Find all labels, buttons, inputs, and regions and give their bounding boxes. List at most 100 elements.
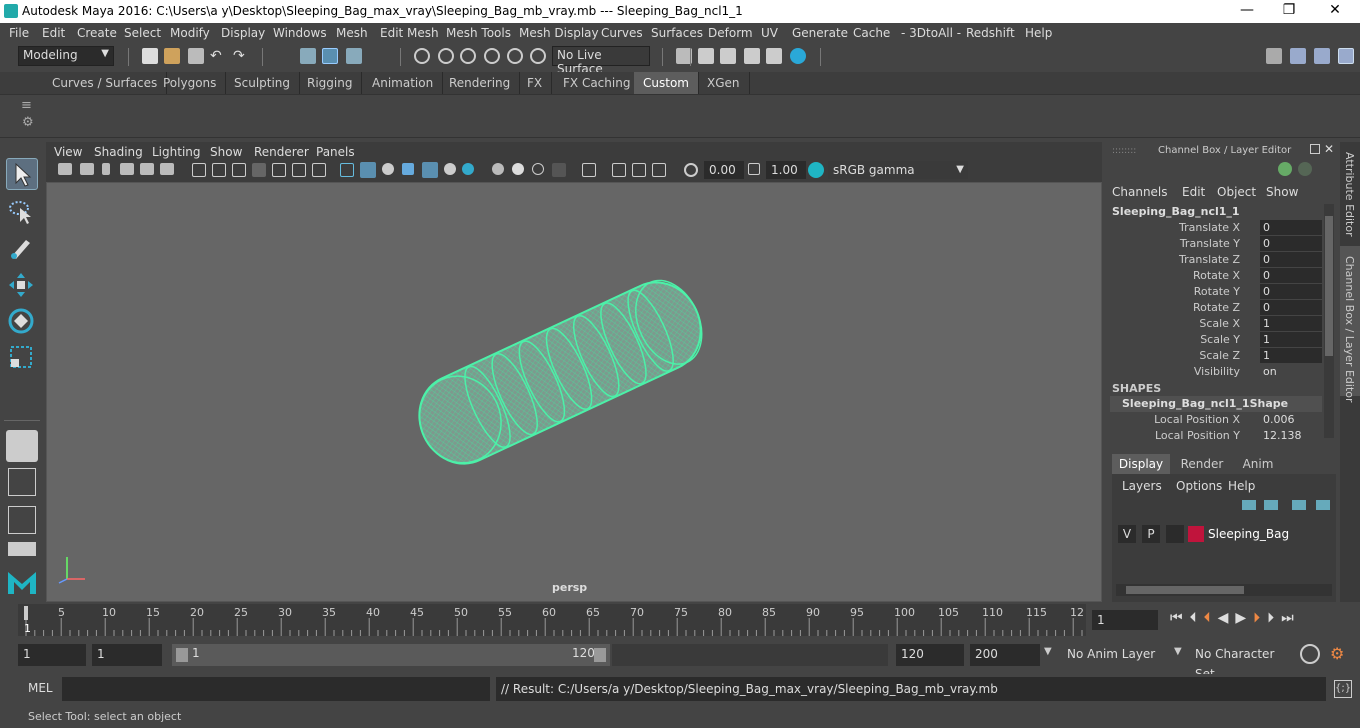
mode-dropdown[interactable]: Modeling ▼ [18, 46, 114, 66]
channel-value[interactable]: 1 [1260, 332, 1322, 347]
play-backward-icon[interactable]: ◀ [1218, 610, 1236, 626]
menu-generate[interactable]: Generate [792, 26, 848, 40]
viewport-menu-show[interactable]: Show [210, 145, 242, 159]
channel-row[interactable]: Rotate Z 0 [1106, 300, 1322, 316]
gamma-field[interactable]: 1.00 [766, 161, 806, 179]
show-menu[interactable]: Show [1266, 185, 1298, 199]
channel-row[interactable]: Translate Y 0 [1106, 236, 1322, 252]
drag-handle-icon[interactable]: :::::::: [1112, 146, 1136, 156]
object-name[interactable]: Sleeping_Bag_ncl1_1 [1112, 205, 1240, 218]
layer-name[interactable]: Sleeping_Bag [1208, 527, 1289, 541]
menu-mesh-tools[interactable]: Mesh Tools [446, 26, 511, 40]
ambient-occlusion-icon[interactable] [462, 163, 474, 175]
channel-value[interactable]: 1 [1260, 348, 1322, 363]
tab-rigging[interactable]: Rigging [298, 72, 363, 94]
exposure-icon[interactable] [684, 163, 698, 177]
menu-modify[interactable]: Modify [170, 26, 210, 40]
color-space-dropdown[interactable]: sRGB gamma ▼ [828, 161, 968, 179]
close-button[interactable]: ✕ [1320, 2, 1350, 18]
menu-select[interactable]: Select [124, 26, 161, 40]
go-to-start-icon[interactable]: ⏮ [1170, 610, 1190, 626]
undo-icon[interactable]: ↶ [210, 48, 226, 64]
character-set-dropdown[interactable]: No Character Set [1190, 644, 1296, 681]
channels-menu[interactable]: Channels [1112, 185, 1168, 199]
menu-uv[interactable]: UV [761, 26, 778, 40]
select-tool-icon[interactable] [6, 158, 38, 190]
open-scene-icon[interactable] [164, 48, 180, 64]
new-scene-icon[interactable] [142, 48, 158, 64]
layer-color-swatch[interactable] [1188, 526, 1204, 542]
default-lighting-icon[interactable] [382, 163, 394, 175]
object-menu[interactable]: Object [1217, 185, 1256, 199]
snap-grid-icon[interactable] [414, 48, 430, 64]
safe-action-icon[interactable] [272, 163, 286, 177]
viewport-menu-lighting[interactable]: Lighting [152, 145, 201, 159]
go-to-end-icon[interactable]: ⏭ [1281, 610, 1301, 626]
options-menu[interactable]: Options [1176, 479, 1222, 493]
depth-of-field-icon[interactable] [532, 163, 544, 175]
step-forward-icon[interactable]: ⏵ [1267, 610, 1281, 626]
layer-visibility-toggle[interactable]: V [1118, 525, 1136, 543]
channel-row[interactable]: Rotate Y 0 [1106, 284, 1322, 300]
move-layer-down-icon[interactable] [1264, 500, 1278, 510]
menu-edit[interactable]: Edit [42, 26, 65, 40]
float-panel-icon[interactable] [1310, 144, 1320, 154]
menu-3dtoall[interactable]: - 3DtoAll - [901, 26, 961, 40]
time-slider[interactable]: 1 5 10 15 20 25 30 35 40 45 50 55 60 65 … [0, 602, 1360, 638]
menu-curves[interactable]: Curves [601, 26, 643, 40]
snap-point-icon[interactable] [460, 48, 476, 64]
step-back-icon[interactable]: ⏴ [1190, 610, 1204, 626]
tab-anim[interactable]: Anim [1232, 454, 1284, 474]
snap-projected-icon[interactable] [484, 48, 500, 64]
shape-channel-row[interactable]: Local Position Y 12.138 [1106, 428, 1322, 444]
text-icon[interactable] [312, 163, 326, 177]
channel-value[interactable]: 0 [1260, 284, 1322, 299]
hypershade-icon[interactable] [790, 48, 806, 64]
menu-cache[interactable]: Cache [853, 26, 890, 40]
viewport-menu-shading[interactable]: Shading [94, 145, 143, 159]
menu-display[interactable]: Display [221, 26, 265, 40]
scrollbar-thumb[interactable] [1325, 216, 1333, 356]
move-tool-icon[interactable] [6, 270, 38, 302]
minimize-button[interactable]: — [1232, 2, 1262, 18]
channel-value[interactable]: 0 [1260, 220, 1322, 235]
shelf-menu-icon[interactable]: ≡ [21, 98, 32, 113]
channel-value[interactable]: 0 [1260, 268, 1322, 283]
toggle-attribute-editor-icon[interactable] [1290, 48, 1306, 64]
camera-icon[interactable] [58, 163, 72, 175]
viewport-menu-view[interactable]: View [54, 145, 82, 159]
shape-row[interactable]: Sleeping_Bag_ncl1_1Shape [1110, 396, 1322, 412]
maximize-button[interactable]: ❐ [1274, 2, 1304, 18]
channel-box-tab[interactable]: Channel Box / Layer Editor [1340, 246, 1360, 403]
wireframe-icon[interactable] [340, 163, 354, 177]
render-frame-icon[interactable] [720, 48, 736, 64]
auto-key-icon[interactable] [1300, 644, 1320, 664]
menu-file[interactable]: File [9, 26, 29, 40]
rotate-tool-icon[interactable] [6, 306, 38, 338]
move-layer-up-icon[interactable] [1242, 500, 1256, 510]
gate-mask-icon[interactable] [232, 163, 246, 177]
range-bar-extension[interactable] [612, 644, 888, 666]
select-hierarchy-icon[interactable] [300, 48, 316, 64]
render-globals-icon[interactable] [766, 48, 782, 64]
current-time-marker[interactable] [24, 606, 28, 620]
save-scene-icon[interactable] [188, 48, 204, 64]
backface-culling-icon[interactable] [652, 163, 666, 177]
render-view-icon[interactable] [698, 48, 714, 64]
toggle-channel-box-icon[interactable] [1338, 48, 1354, 64]
channel-value[interactable]: 0 [1260, 236, 1322, 251]
edit-menu[interactable]: Edit [1182, 185, 1205, 199]
range-start-handle[interactable] [176, 648, 188, 662]
channel-scrollbar[interactable] [1324, 204, 1334, 438]
shape-channel-row[interactable]: Local Position X 0.006 [1106, 412, 1322, 428]
command-input[interactable] [62, 677, 490, 701]
attribute-editor-tab[interactable]: Attribute Editor [1343, 152, 1356, 237]
snap-view-plane-icon[interactable] [507, 48, 523, 64]
tab-render[interactable]: Render [1176, 454, 1228, 474]
select-component-icon[interactable] [346, 48, 362, 64]
animation-preferences-icon[interactable]: ⚙ [1330, 644, 1344, 663]
xray-icon[interactable] [582, 163, 596, 177]
channel-row[interactable]: Translate X 0 [1106, 220, 1322, 236]
step-back-key-icon[interactable]: ⏴ [1204, 610, 1218, 626]
channel-value[interactable]: 0 [1260, 252, 1322, 267]
